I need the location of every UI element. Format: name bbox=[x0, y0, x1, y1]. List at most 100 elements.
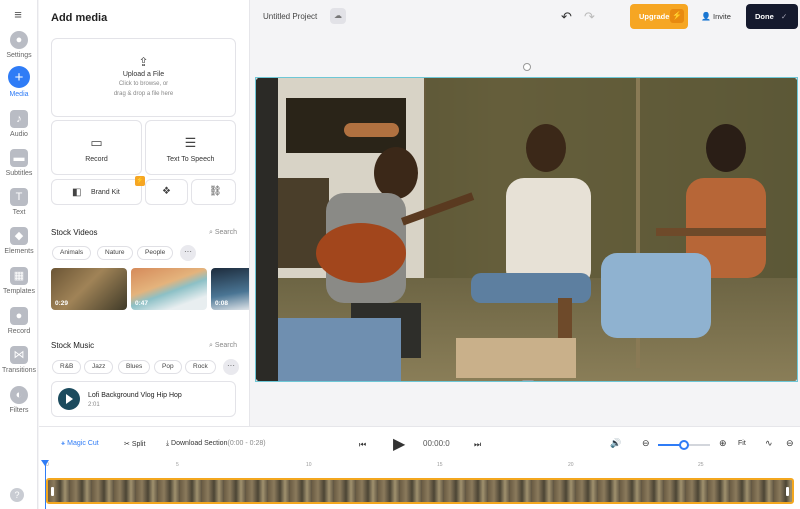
rail-label: Transitions bbox=[2, 367, 36, 374]
playhead[interactable] bbox=[41, 460, 49, 509]
brand-kit-tile[interactable]: ◧ Brand Kit ⚡ bbox=[51, 176, 145, 205]
download-section-button[interactable]: ⤓ Download Section(0:00 - 0:28) bbox=[166, 440, 266, 448]
zoom-out-icon[interactable]: ⊖ bbox=[642, 438, 650, 449]
split-button[interactable]: ✂ Split bbox=[124, 440, 145, 448]
fit-button[interactable]: Fit bbox=[738, 440, 746, 447]
brand-kit-icon: ◧ bbox=[72, 187, 82, 198]
upload-cloud-icon: ⇪ bbox=[138, 55, 149, 69]
more-icon[interactable]: ··· bbox=[223, 359, 239, 375]
rail-item-elements[interactable]: ◆ Elements bbox=[0, 227, 38, 255]
rail-item-record[interactable]: ● Record bbox=[0, 307, 38, 335]
music-track[interactable]: Lofi Background Vlog Hip Hop 2:01 bbox=[51, 381, 236, 417]
help-icon[interactable]: ? bbox=[10, 488, 24, 502]
upload-hint: drag & drop a file here bbox=[113, 91, 174, 97]
text-icon: T bbox=[10, 188, 28, 206]
zoom-slider-thumb[interactable] bbox=[679, 440, 689, 450]
volume-icon[interactable]: 🔊 bbox=[610, 438, 621, 449]
cloud-save-icon[interactable]: ☁ bbox=[330, 8, 346, 24]
upload-title: Upload a File bbox=[122, 71, 165, 78]
scissors-icon: ✂ bbox=[124, 441, 132, 448]
stock-videos-search[interactable]: ⌕ Search bbox=[209, 229, 237, 237]
chip-jazz[interactable]: Jazz bbox=[84, 360, 114, 374]
upgrade-label: Upgrade bbox=[639, 12, 670, 21]
skip-forward-icon[interactable]: ⏭ bbox=[474, 440, 481, 450]
resize-handle[interactable] bbox=[522, 380, 534, 381]
rail-item-media[interactable]: + Media bbox=[0, 66, 38, 98]
upload-dropzone[interactable]: ⇪ Upload a File Click to browse, or drag… bbox=[51, 38, 236, 117]
zoom-in-icon[interactable]: ⊕ bbox=[719, 438, 727, 449]
resize-handle[interactable] bbox=[795, 379, 797, 381]
video-duration: 0:29 bbox=[55, 300, 69, 307]
chip-animals[interactable]: Animals bbox=[52, 246, 92, 260]
play-icon[interactable] bbox=[66, 394, 73, 404]
top-bar: Untitled Project ☁ ↶ ↷ Upgrade ⚡ 👤 Invit… bbox=[250, 0, 800, 34]
rail-item-transitions[interactable]: ⋈ Transitions bbox=[0, 346, 38, 374]
music-title: Lofi Background Vlog Hip Hop bbox=[88, 392, 182, 399]
rail-label: Media bbox=[9, 91, 29, 98]
invite-label: Invite bbox=[713, 12, 731, 21]
redo-icon[interactable]: ↷ bbox=[584, 9, 595, 25]
done-button[interactable]: Done ✓ bbox=[746, 4, 798, 29]
dropbox-tile[interactable]: ❖ bbox=[145, 179, 188, 205]
more-icon[interactable]: ··· bbox=[180, 245, 196, 261]
elements-icon: ◆ bbox=[10, 227, 28, 245]
rail-label: Templates bbox=[3, 288, 35, 295]
add-user-icon: 👤 bbox=[701, 12, 711, 21]
invite-button[interactable]: 👤 Invite bbox=[693, 4, 741, 29]
stock-video-thumb[interactable]: 0:29 bbox=[51, 268, 127, 310]
add-media-panel: Add media ⇪ Upload a File Click to brows… bbox=[39, 0, 250, 426]
search-label: Search bbox=[214, 342, 237, 349]
rail-item-settings[interactable]: ● Settings bbox=[0, 31, 38, 59]
download-range: (0:00 - 0:28) bbox=[227, 440, 266, 447]
stock-music-title: Stock Music bbox=[51, 341, 95, 350]
chip-pop[interactable]: Pop bbox=[154, 360, 182, 374]
project-name[interactable]: Untitled Project bbox=[263, 12, 317, 21]
resize-handle[interactable] bbox=[256, 379, 258, 381]
chip-rnb[interactable]: R&B bbox=[52, 360, 82, 374]
rotate-handle-icon[interactable] bbox=[523, 63, 531, 71]
timeline-zoom-icon[interactable]: ⊖ bbox=[786, 438, 794, 449]
stock-music-search[interactable]: ⌕ Search bbox=[209, 342, 237, 350]
upgrade-button[interactable]: Upgrade ⚡ bbox=[630, 4, 688, 29]
waveform-icon[interactable]: ∿ bbox=[765, 438, 773, 449]
rail-item-audio[interactable]: ♪ Audio bbox=[0, 110, 38, 138]
magic-cut-label: Magic Cut bbox=[67, 440, 99, 447]
settings-icon: ● bbox=[10, 31, 28, 49]
menu-icon[interactable]: ≡ bbox=[11, 8, 25, 21]
undo-icon[interactable]: ↶ bbox=[561, 9, 572, 25]
chip-nature[interactable]: Nature bbox=[97, 246, 133, 260]
rail-item-templates[interactable]: ▦ Templates bbox=[0, 267, 38, 295]
video-duration: 0:47 bbox=[135, 300, 149, 307]
skip-back-icon[interactable]: ⏮ bbox=[359, 440, 366, 450]
trim-handle-left[interactable] bbox=[51, 487, 54, 496]
record-tile[interactable]: ▭ Record bbox=[51, 120, 142, 175]
resize-handle[interactable] bbox=[795, 78, 797, 80]
video-clip-track[interactable] bbox=[46, 478, 794, 504]
timeline[interactable]: 0 5 10 15 20 25 bbox=[39, 460, 800, 509]
link-tile[interactable]: ⛓ bbox=[191, 179, 236, 205]
upload-hint: Click to browse, or bbox=[118, 81, 169, 87]
done-label: Done bbox=[755, 12, 774, 21]
magic-cut-button[interactable]: ⚹ Magic Cut bbox=[61, 440, 99, 448]
record-label: Record bbox=[85, 156, 108, 163]
rail-item-filters[interactable]: ◐ Filters bbox=[0, 386, 38, 414]
timeline-tick: 5 bbox=[176, 462, 179, 468]
chip-people[interactable]: People bbox=[137, 246, 174, 260]
play-icon[interactable]: ▶ bbox=[393, 434, 405, 454]
speech-icon: ☰ bbox=[184, 135, 197, 150]
text-to-speech-tile[interactable]: ☰ Text To Speech bbox=[145, 120, 236, 175]
rail-label: Audio bbox=[10, 131, 28, 138]
chip-blues[interactable]: Blues bbox=[118, 360, 151, 374]
filters-icon: ◐ bbox=[10, 386, 28, 404]
stock-video-thumb[interactable]: 0:47 bbox=[131, 268, 207, 310]
subtitles-icon: ▬ bbox=[10, 149, 28, 167]
rail-item-subtitles[interactable]: ▬ Subtitles bbox=[0, 149, 38, 177]
rail-item-text[interactable]: T Text bbox=[0, 188, 38, 216]
trim-handle-right[interactable] bbox=[786, 487, 789, 496]
chip-rock[interactable]: Rock bbox=[185, 360, 216, 374]
stock-video-thumb[interactable]: 0:08 bbox=[211, 268, 249, 310]
split-label: Split bbox=[131, 441, 146, 448]
zoom-slider[interactable] bbox=[658, 440, 710, 450]
search-label: Search bbox=[214, 229, 237, 236]
video-canvas[interactable] bbox=[255, 77, 798, 382]
